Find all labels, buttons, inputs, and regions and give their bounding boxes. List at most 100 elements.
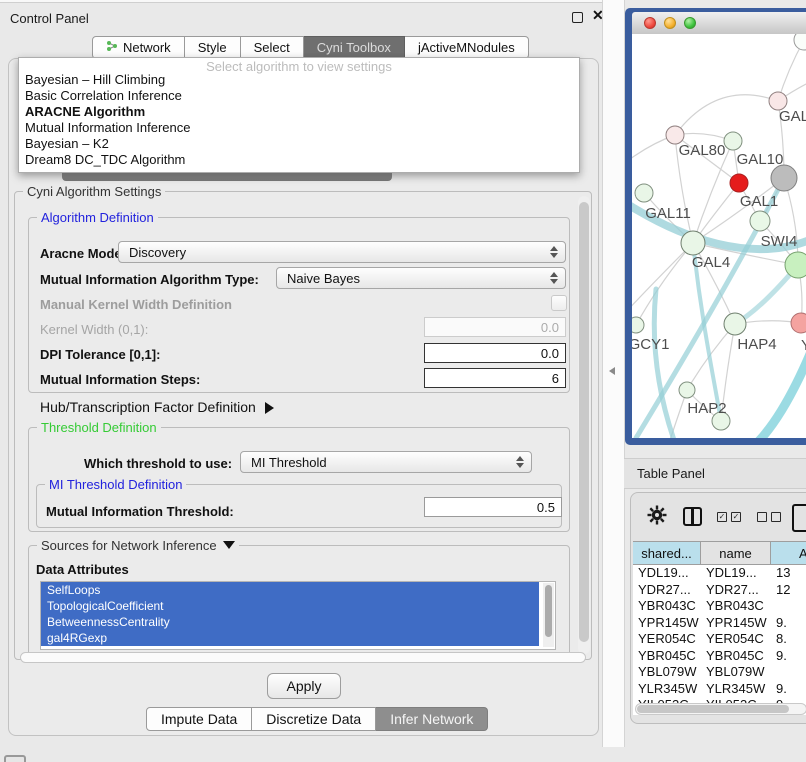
tab-infer-network[interactable]: Infer Network — [376, 707, 488, 731]
minimize-button[interactable] — [664, 17, 676, 29]
tab-select[interactable]: Select — [241, 36, 304, 59]
table-row[interactable]: YPR145WYPR145W9. — [633, 615, 806, 632]
attribute-item[interactable]: TopologicalCoefficient — [41, 598, 539, 614]
network-node[interactable] — [681, 231, 705, 255]
algorithm-option[interactable]: Bayesian – Hill Climbing — [23, 72, 575, 88]
screen: Control Panel ✕ Network Style Select Cyn… — [0, 0, 806, 762]
network-node[interactable] — [771, 165, 797, 191]
mi-threshold-input[interactable] — [424, 497, 562, 517]
table-panel-titlebar: Table Panel — [624, 458, 806, 489]
network-edge[interactable] — [675, 95, 778, 135]
zoom-button[interactable] — [684, 17, 696, 29]
tab-cyni-toolbox[interactable]: Cyni Toolbox — [304, 36, 405, 59]
dpi-tolerance-input[interactable] — [424, 343, 566, 363]
network-node[interactable] — [791, 313, 806, 333]
mi-type-select[interactable]: Naive Bayes — [276, 267, 566, 289]
network-node[interactable] — [794, 34, 806, 50]
algorithm-option[interactable]: ARACNE Algorithm — [23, 104, 575, 120]
network-window-titlebar[interactable] — [632, 12, 806, 35]
dpi-tolerance-label: DPI Tolerance [0,1]: — [40, 347, 160, 362]
table-column-header[interactable]: A — [771, 542, 806, 564]
network-edge[interactable] — [654, 289, 674, 438]
network-node[interactable] — [635, 184, 653, 202]
mi-threshold-title: MI Threshold Definition — [45, 477, 186, 492]
spinner-arrows-icon — [516, 456, 524, 468]
algorithm-option[interactable]: Bayesian – K2 — [23, 136, 575, 152]
close-button[interactable] — [644, 17, 656, 29]
table-horizontal-scrollbar[interactable] — [635, 703, 806, 715]
algorithm-definition-title: Algorithm Definition — [37, 210, 158, 225]
table-row[interactable]: YDL19...YDL19...13 — [633, 565, 806, 582]
aracne-mode-select[interactable]: Discovery — [118, 241, 566, 263]
algorithm-option[interactable]: Mutual Information Inference — [23, 120, 575, 136]
attribute-item[interactable]: gal4RGexp — [41, 630, 539, 646]
settings-scrollbar-thumb[interactable] — [579, 202, 589, 642]
divider-collapse-handle[interactable] — [609, 367, 615, 375]
table-row[interactable]: YBL079WYBL079W — [633, 664, 806, 681]
algorithm-option[interactable]: Dream8 DC_TDC Algorithm — [23, 152, 575, 168]
table-row[interactable]: YLR345WYLR345W9. — [633, 681, 806, 698]
network-view-window: GALGAL80GAL10GAL1GAL11SWI4GAL4GCY1HAP4YH… — [625, 8, 806, 445]
table-row[interactable]: YBR045CYBR045C9. — [633, 648, 806, 665]
table-row[interactable]: YER054CYER054C8. — [633, 631, 806, 648]
network-node[interactable] — [632, 317, 644, 333]
apply-button[interactable]: Apply — [267, 673, 341, 699]
tab-style[interactable]: Style — [185, 36, 241, 59]
page-icon[interactable] — [792, 504, 806, 532]
table-column-header[interactable]: name — [701, 542, 771, 564]
mi-steps-input[interactable] — [424, 368, 566, 388]
data-attributes-list[interactable]: SelfLoopsTopologicalCoefficientBetweenne… — [40, 581, 556, 650]
network-canvas[interactable]: GALGAL80GAL10GAL1GAL11SWI4GAL4GCY1HAP4YH… — [632, 34, 806, 438]
table-row[interactable]: YDR27...YDR27...12 — [633, 582, 806, 599]
checked-box-icon[interactable]: ✓ — [731, 512, 741, 522]
table-cell: 12 — [771, 582, 806, 599]
table-cell: YDR27... — [633, 582, 701, 599]
attribute-item[interactable]: SelfLoops — [41, 582, 539, 598]
data-attributes-label: Data Attributes — [36, 562, 129, 577]
table-cell: YDL19... — [701, 565, 771, 582]
tab-discretize-data[interactable]: Discretize Data — [252, 707, 376, 731]
network-node[interactable] — [724, 132, 742, 150]
table-row[interactable]: YBR043CYBR043C — [633, 598, 806, 615]
columns-icon[interactable] — [683, 507, 702, 526]
which-threshold-select[interactable]: MI Threshold — [240, 451, 532, 473]
mi-threshold-label: Mutual Information Threshold: — [46, 504, 234, 519]
table-cell: 9. — [771, 681, 806, 698]
gear-icon[interactable] — [647, 505, 667, 530]
tab-network[interactable]: Network — [92, 36, 185, 59]
hub-definition-toggle[interactable]: Hub/Transcription Factor Definition — [40, 399, 274, 415]
unchecked-box-icon[interactable] — [757, 512, 767, 522]
network-node[interactable] — [724, 313, 746, 335]
table-column-header[interactable]: shared... — [633, 542, 701, 564]
spinner-arrows-icon — [550, 246, 558, 258]
network-graph[interactable]: GALGAL80GAL10GAL1GAL11SWI4GAL4GCY1HAP4YH… — [632, 34, 806, 438]
attributes-scrollbar-track[interactable] — [543, 583, 554, 647]
float-window-icon[interactable] — [572, 12, 583, 23]
network-node[interactable] — [679, 382, 695, 398]
control-panel-title: Control Panel — [10, 11, 89, 26]
network-edge[interactable] — [756, 354, 806, 438]
settings-horizontal-scrollbar[interactable] — [20, 652, 586, 663]
network-node[interactable] — [785, 252, 806, 278]
table-hscroll-thumb[interactable] — [637, 705, 789, 713]
attributes-scrollbar-thumb[interactable] — [545, 585, 552, 637]
table-cell: YDL19... — [633, 565, 701, 582]
network-edge[interactable] — [636, 243, 693, 325]
table-panel-window: ✓ ✓ shared...nameA YDL19...YDL19...13YDR… — [630, 492, 806, 724]
minimized-panel-icon[interactable] — [4, 755, 26, 762]
network-node[interactable] — [730, 174, 748, 192]
manual-kernel-checkbox[interactable] — [551, 295, 567, 311]
network-node[interactable] — [750, 211, 770, 231]
node-label: Y — [801, 337, 806, 354]
attribute-item[interactable]: BetweennessCentrality — [41, 614, 539, 630]
manual-kernel-label: Manual Kernel Width Definition — [40, 297, 232, 312]
algorithm-option[interactable]: Basic Correlation Inference — [23, 88, 575, 104]
tab-impute-data[interactable]: Impute Data — [146, 707, 252, 731]
tab-jactivemnodules[interactable]: jActiveMNodules — [405, 36, 529, 59]
sources-title[interactable]: Sources for Network Inference — [37, 538, 239, 553]
which-threshold-label: Which threshold to use: — [84, 456, 232, 471]
table-panel-title: Table Panel — [637, 466, 705, 481]
kernel-width-input[interactable] — [424, 317, 566, 337]
unchecked-box-icon[interactable] — [771, 512, 781, 522]
checked-box-icon[interactable]: ✓ — [717, 512, 727, 522]
